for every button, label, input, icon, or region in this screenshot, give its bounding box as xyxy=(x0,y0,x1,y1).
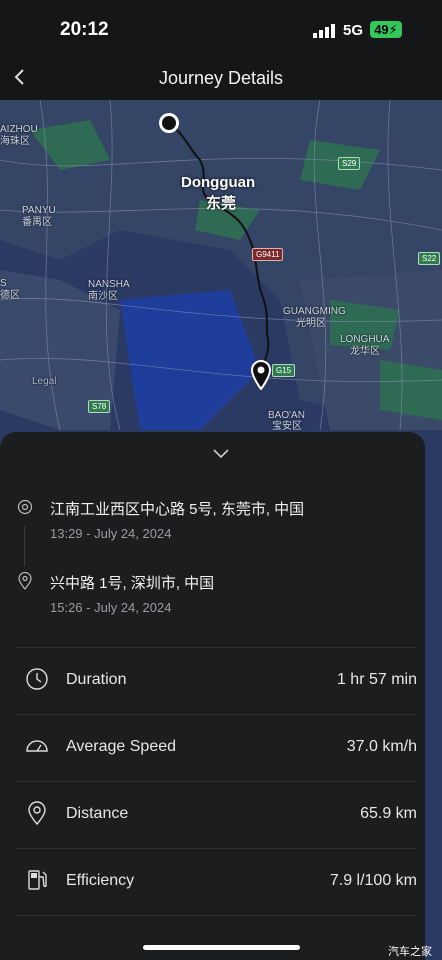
origin-icon xyxy=(17,499,33,515)
speedometer-icon xyxy=(26,740,48,752)
stat-average-speed: Average Speed 37.0 km/h xyxy=(16,714,417,781)
legal-link[interactable]: Legal xyxy=(32,376,56,388)
stat-duration: Duration 1 hr 57 min xyxy=(16,647,417,714)
header: Journey Details xyxy=(0,60,442,100)
end-address: 兴中路 1号, 深圳市, 中国 xyxy=(50,575,215,592)
page-title: Journey Details xyxy=(158,68,284,88)
status-time: 20:12 xyxy=(60,19,109,40)
home-indicator[interactable] xyxy=(143,945,300,950)
chevron-down-icon[interactable] xyxy=(210,446,232,460)
destination-pin-icon xyxy=(18,572,32,590)
map-label: 海珠区 xyxy=(0,136,30,147)
stat-label: Distance xyxy=(66,805,129,822)
highway-shield: S78 xyxy=(88,400,111,413)
stat-label: Average Speed xyxy=(66,738,177,755)
location-pin-icon xyxy=(28,801,46,825)
map-label: 光明区 xyxy=(296,318,326,329)
map-label: NANSHA xyxy=(88,279,130,290)
highway-shield: S29 xyxy=(338,157,361,170)
stat-label: Duration xyxy=(66,671,127,688)
highway-shield: G15 xyxy=(272,364,296,377)
stat-value: 1 hr 57 min xyxy=(336,671,417,688)
map-label: PANYU xyxy=(22,205,56,216)
start-time: 13:29 - July 24, 2024 xyxy=(50,526,172,541)
map-label: 番禺区 xyxy=(22,217,52,228)
map-label: 德区 xyxy=(0,290,20,301)
stat-distance: Distance 65.9 km xyxy=(16,781,417,848)
battery-icon: 49⚡ xyxy=(370,21,402,38)
highway-shield: G9411 xyxy=(252,248,284,261)
stat-efficiency: Efficiency 7.9 l/100 km xyxy=(16,848,417,916)
battery-level: 49 xyxy=(374,22,389,37)
stat-value: 7.9 l/100 km xyxy=(329,872,417,889)
route-connector xyxy=(24,526,25,566)
status-bar: 20:12 5G 49⚡ xyxy=(0,0,442,60)
end-time: 15:26 - July 24, 2024 xyxy=(50,600,172,615)
stat-label: Efficiency xyxy=(66,872,135,889)
city-label: 东莞 xyxy=(206,195,237,212)
network-type: 5G xyxy=(343,22,364,39)
watermark: 汽车之家 xyxy=(388,946,432,958)
map-label: 南沙区 xyxy=(88,291,118,302)
fuel-pump-icon xyxy=(28,870,47,890)
route-line xyxy=(168,122,270,377)
map-label: S xyxy=(0,278,7,289)
map-label: GUANGMING xyxy=(283,306,346,317)
stat-value: 65.9 km xyxy=(360,805,417,822)
highway-shield: S22 xyxy=(418,252,441,265)
route-end-marker xyxy=(250,360,272,390)
start-address: 江南工业西区中心路 5号, 东莞市, 中国 xyxy=(50,501,305,518)
map-label: AIZHOU xyxy=(0,124,38,135)
map-label: LONGHUA xyxy=(340,334,390,345)
journey-details-panel: 江南工业西区中心路 5号, 东莞市, 中国 13:29 - July 24, 2… xyxy=(0,432,425,960)
stat-value: 37.0 km/h xyxy=(346,738,417,755)
city-label: Dongguan xyxy=(181,174,256,191)
route-start-marker xyxy=(159,113,179,133)
signal-icon xyxy=(313,24,335,38)
map-label: 龙华区 xyxy=(350,346,380,357)
clock-icon xyxy=(26,668,48,690)
